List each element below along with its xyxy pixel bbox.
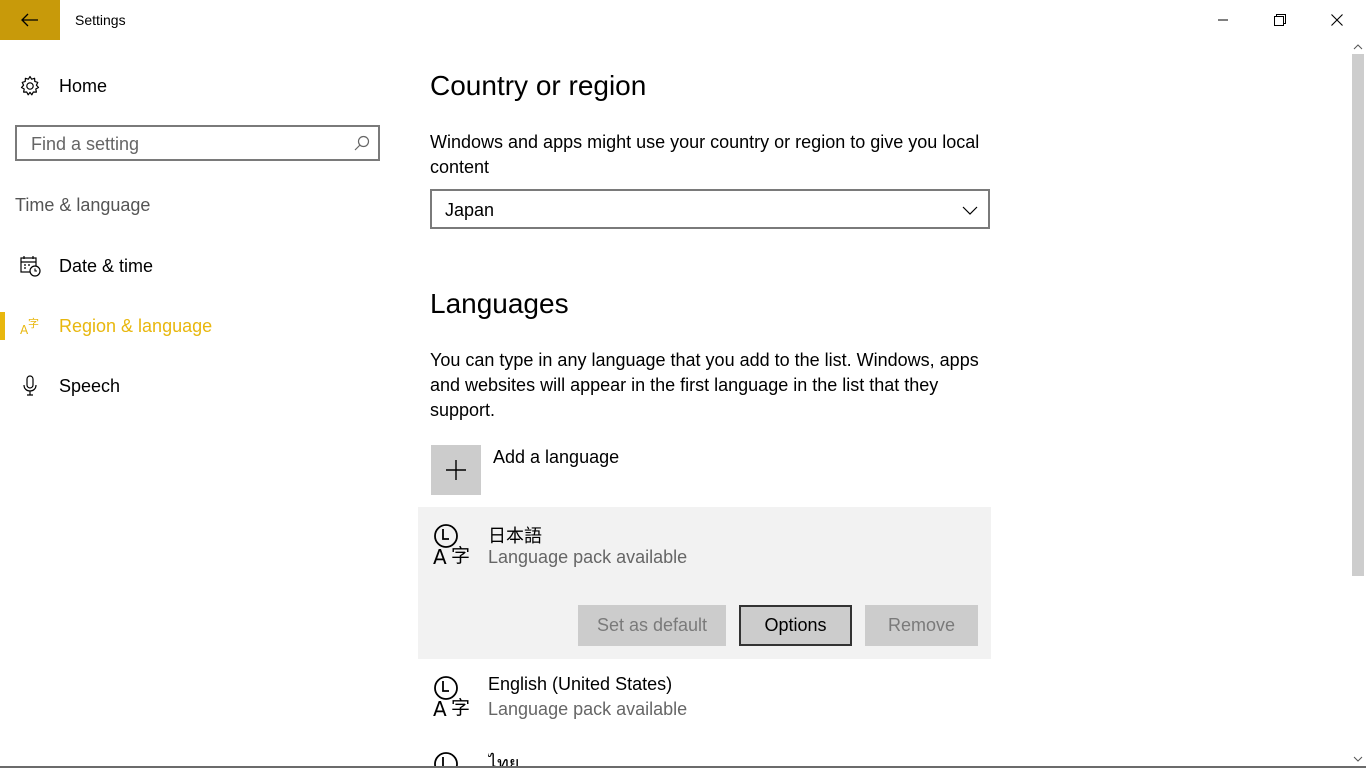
- nav-home-label: Home: [59, 75, 108, 96]
- window-title: Settings: [75, 12, 126, 28]
- search-input[interactable]: [31, 133, 341, 155]
- options-button[interactable]: Options: [739, 605, 852, 646]
- minimize-icon: [1217, 19, 1228, 21]
- country-selected-value: Japan: [445, 200, 495, 220]
- language-status: Language pack available: [488, 547, 688, 567]
- calendar-clock-icon: [19, 255, 41, 277]
- sidebar-item-label: Speech: [59, 375, 121, 396]
- language-clock-icon: [432, 750, 476, 766]
- title-bar: Settings: [0, 0, 1366, 40]
- scroll-up-icon[interactable]: [1352, 41, 1364, 53]
- microphone-icon: [19, 375, 41, 397]
- svg-text:A: A: [433, 697, 447, 718]
- country-description: Windows and apps might use your country …: [430, 132, 980, 177]
- language-icon: A 字: [19, 315, 41, 337]
- language-name: 日本語: [488, 526, 542, 546]
- svg-text:A: A: [433, 545, 447, 566]
- language-clock-icon: A 字: [432, 674, 476, 721]
- nav-home[interactable]: Home: [0, 66, 400, 106]
- search-icon[interactable]: [354, 135, 370, 156]
- language-name: ไทย: [488, 753, 520, 766]
- back-arrow-icon: [21, 13, 38, 27]
- chevron-down-icon: [962, 203, 978, 221]
- minimize-button[interactable]: [1194, 0, 1251, 40]
- sidebar-item-label: Region & language: [59, 315, 213, 336]
- scrollbar-thumb[interactable]: [1352, 54, 1364, 576]
- close-button[interactable]: [1308, 0, 1365, 40]
- language-status: Language pack available: [488, 699, 688, 719]
- plus-icon: [446, 460, 466, 480]
- sidebar-item-label: Date & time: [59, 255, 154, 276]
- svg-text:字: 字: [451, 697, 470, 718]
- sidebar-item-date-time[interactable]: Date & time: [0, 246, 400, 286]
- add-language-label[interactable]: Add a language: [493, 447, 619, 468]
- svg-text:字: 字: [451, 545, 470, 566]
- restore-button[interactable]: [1251, 0, 1308, 40]
- languages-description: You can type in any language that you ad…: [430, 350, 979, 420]
- language-name: English (United States): [488, 674, 673, 694]
- restore-icon: [1273, 14, 1286, 26]
- svg-text:字: 字: [28, 316, 39, 330]
- country-heading: Country or region: [430, 70, 647, 101]
- scroll-down-icon[interactable]: [1352, 753, 1364, 765]
- set-default-button[interactable]: Set as default: [578, 605, 726, 646]
- sidebar-item-speech[interactable]: Speech: [0, 366, 400, 406]
- section-title: Time & language: [15, 195, 151, 215]
- languages-heading: Languages: [430, 288, 569, 319]
- add-language-button[interactable]: [431, 445, 481, 495]
- remove-button[interactable]: Remove: [865, 605, 978, 646]
- close-icon: [1330, 14, 1343, 26]
- country-dropdown[interactable]: Japan: [430, 189, 990, 229]
- search-box[interactable]: [15, 125, 380, 161]
- sidebar-item-region-language[interactable]: A 字 Region & language: [0, 306, 400, 346]
- language-clock-icon: A 字: [432, 522, 476, 569]
- gear-icon: [19, 75, 41, 97]
- back-button[interactable]: [0, 0, 60, 40]
